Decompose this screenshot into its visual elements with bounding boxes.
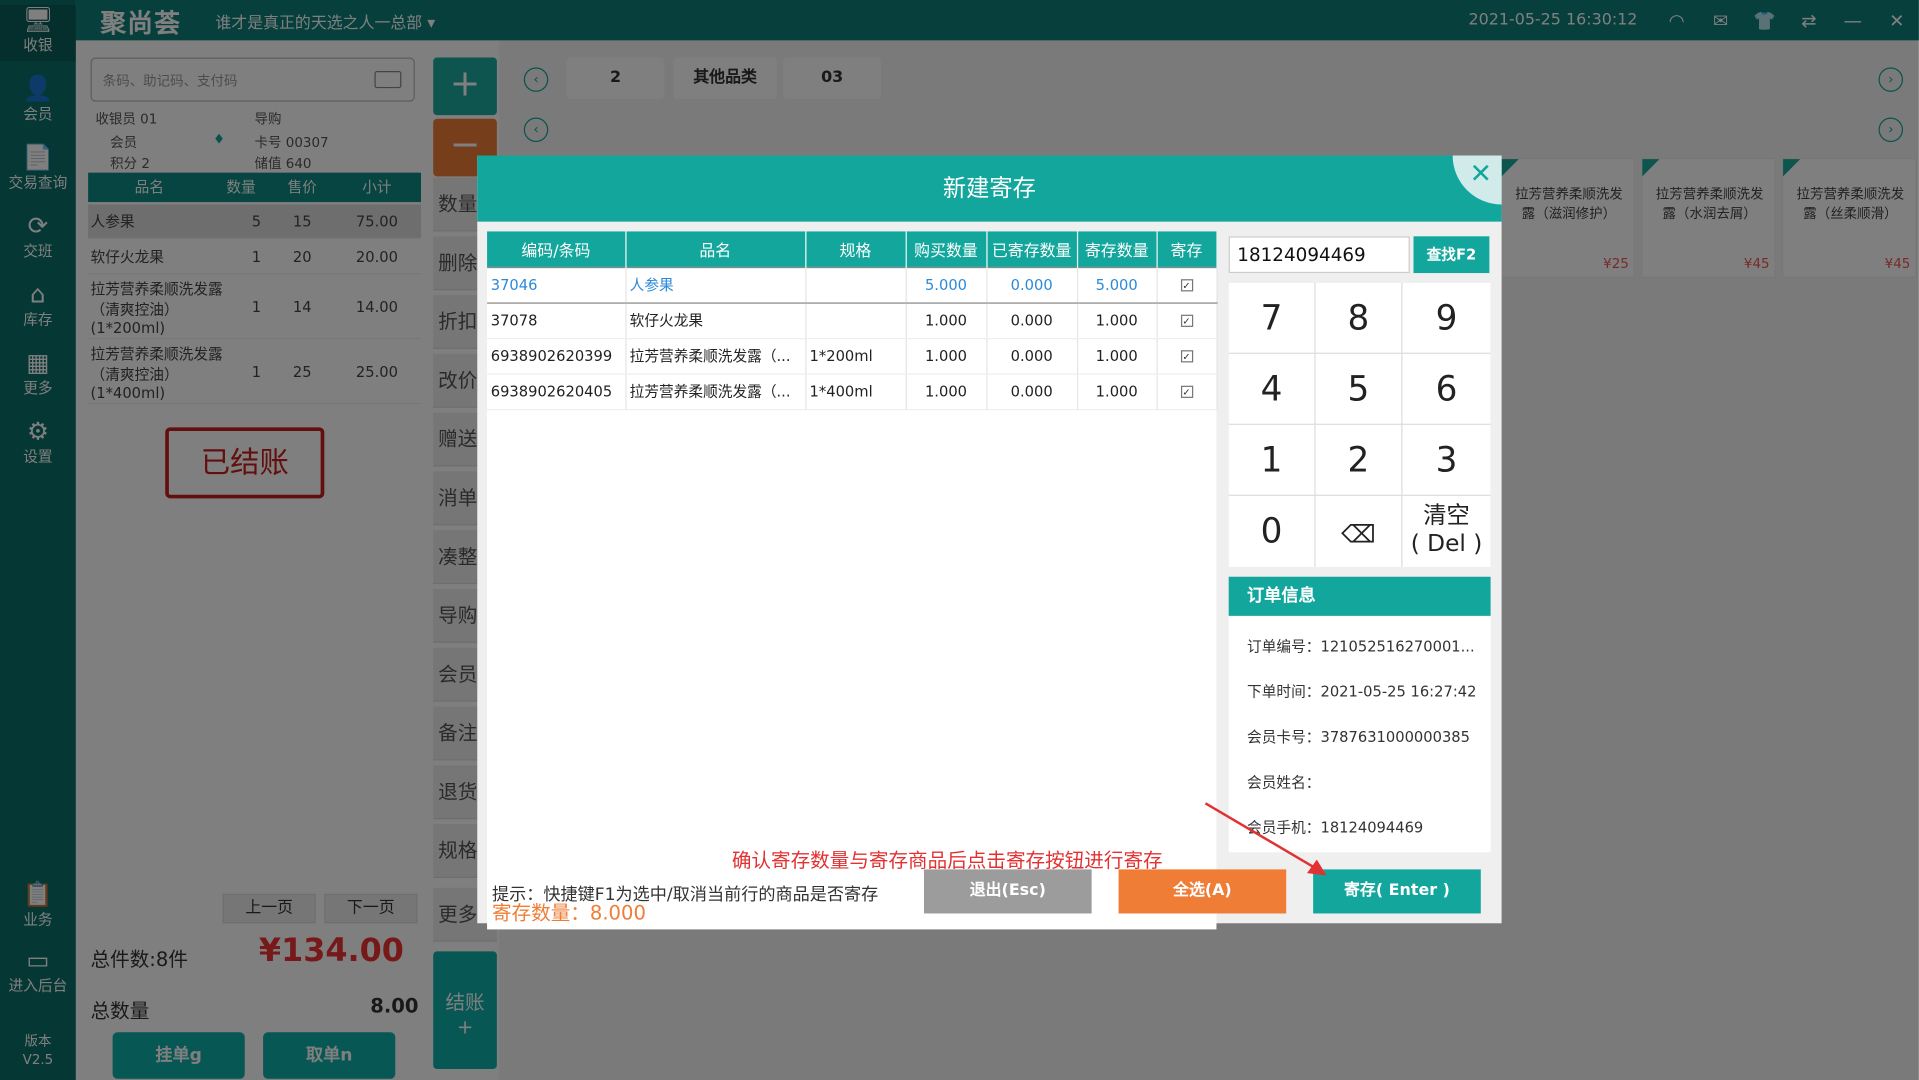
table-row[interactable]: 37046 人参果 5.000 0.000 5.000 ✓ [487, 266, 1218, 304]
order-number: 订单编号：121052516270001... [1247, 637, 1475, 656]
phone-input[interactable]: 18124094469 [1228, 236, 1410, 274]
store-checkbox[interactable]: ✓ [1180, 314, 1193, 327]
order-time: 下单时间：2021-05-25 16:27:42 [1247, 683, 1477, 701]
shortcut-hint: 提示：快捷键F1为选中/取消当前行的商品是否寄存 [491, 885, 879, 905]
table-row[interactable]: 6938902620405 拉芳营养柔顺洗发露（... 1*400ml 1.00… [487, 373, 1218, 410]
find-button[interactable]: 查找F2 [1413, 236, 1490, 274]
annotation-arrow-icon [1204, 802, 1327, 876]
key-6[interactable]: 6 [1402, 353, 1491, 424]
new-storage-dialog: 新建寄存 ✕ 编码/条码 品名 规格 购买数量 已寄存数量 寄存数量 寄存 37… [477, 155, 1502, 930]
table-header: 编码/条码 品名 规格 购买数量 已寄存数量 寄存数量 寄存 [487, 231, 1218, 267]
key-1[interactable]: 1 [1228, 424, 1315, 495]
key-2[interactable]: 2 [1315, 424, 1402, 495]
store-checkbox[interactable]: ✓ [1180, 385, 1193, 398]
backspace-icon: ⌫ [1341, 519, 1376, 549]
key-5[interactable]: 5 [1315, 353, 1402, 424]
table-row[interactable]: 37078 软仔火龙果 1.000 0.000 1.000 ✓ [487, 302, 1218, 339]
exit-button[interactable]: 退出(Esc) [923, 869, 1092, 914]
table-row[interactable]: 6938902620399 拉芳营养柔顺洗发露（... 1*200ml 1.00… [487, 337, 1218, 375]
app-root: 🖥收银 👤会员 📄交易查询 ⟳交班 ⌂库存 ▦更多 ⚙设置 📋业务 ▭进入后台 … [0, 0, 1919, 1080]
key-4[interactable]: 4 [1228, 353, 1315, 424]
store-checkbox[interactable]: ✓ [1180, 279, 1193, 292]
key-8[interactable]: 8 [1315, 282, 1402, 353]
order-info-title: 订单信息 [1228, 576, 1491, 616]
key-9[interactable]: 9 [1402, 282, 1491, 353]
clear-key[interactable]: 清空( Del ) [1402, 495, 1491, 567]
storage-table-panel: 编码/条码 品名 规格 购买数量 已寄存数量 寄存数量 寄存 37046 人参果 [487, 231, 1218, 930]
dialog-title: 新建寄存 [477, 155, 1502, 222]
member-name: 会员姓名： [1247, 773, 1321, 792]
numeric-keypad: 7 8 9 4 5 6 1 2 3 0 ⌫ 清空( Del ) [1228, 282, 1491, 567]
key-3[interactable]: 3 [1402, 424, 1491, 495]
backspace-key[interactable]: ⌫ [1315, 495, 1402, 567]
key-0[interactable]: 0 [1228, 495, 1315, 567]
store-checkbox[interactable]: ✓ [1180, 350, 1193, 363]
key-7[interactable]: 7 [1228, 282, 1315, 353]
member-card-number: 会员卡号：3787631000000385 [1247, 728, 1470, 746]
storage-table: 编码/条码 品名 规格 购买数量 已寄存数量 寄存数量 寄存 37046 人参果 [487, 231, 1218, 410]
